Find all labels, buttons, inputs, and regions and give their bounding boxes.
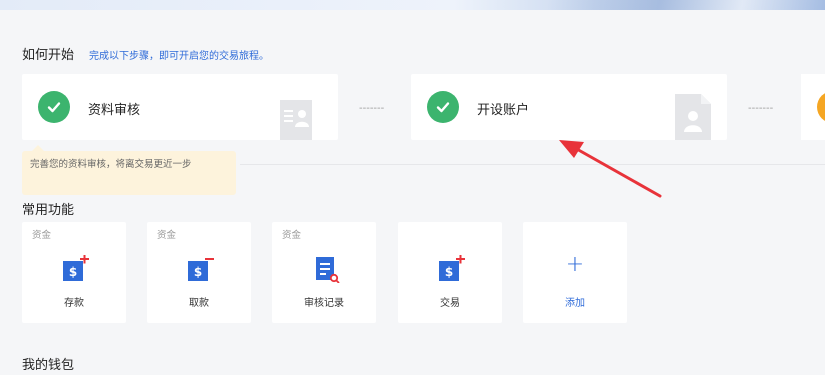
banner-decoration	[548, 0, 825, 10]
id-card-icon	[280, 100, 312, 140]
profile-review-tooltip: 完善您的资料审核，将离交易更近一步	[22, 145, 236, 195]
check-circle-icon	[427, 91, 459, 123]
tooltip-text: 完善您的资料审核，将离交易更近一步	[30, 159, 192, 170]
tooltip-arrow	[32, 145, 44, 151]
svg-text:$: $	[194, 265, 202, 279]
step-label: 资料审核	[88, 103, 141, 118]
func-label: 交易	[440, 298, 460, 309]
svg-text:$: $	[69, 265, 77, 279]
trade-icon: $	[439, 255, 465, 281]
my-wallet-title: 我的钱包	[22, 358, 75, 373]
func-tag: 资金	[282, 230, 302, 241]
func-label: 添加	[565, 298, 585, 309]
func-label: 存款	[64, 298, 84, 309]
how-to-start-subtitle: 完成以下步骤，即可开启您的交易旅程。	[89, 51, 269, 62]
svg-text:$: $	[445, 265, 453, 279]
deposit-icon: $	[63, 255, 89, 281]
step-card-partial[interactable]	[801, 74, 825, 140]
func-card-trade[interactable]: $ 交易	[398, 222, 502, 323]
func-label: 取款	[189, 298, 209, 309]
func-card-withdraw[interactable]: 资金 $ 取款	[147, 222, 251, 323]
step-connector: -------	[748, 103, 774, 114]
common-functions-title: 常用功能	[22, 203, 75, 218]
step-card-open-account[interactable]: 开设账户	[411, 74, 727, 140]
top-banner	[0, 0, 825, 10]
account-document-icon	[675, 94, 711, 140]
step-label: 开设账户	[477, 103, 530, 118]
func-card-deposit[interactable]: 资金 $ 存款	[22, 222, 126, 323]
func-tag: 资金	[157, 230, 177, 241]
how-to-start-title: 如何开始	[22, 48, 75, 63]
add-function-button[interactable]: + 添加	[523, 222, 627, 323]
step-card-profile-review[interactable]: 资料审核	[22, 74, 338, 140]
func-label: 审核记录	[304, 298, 344, 309]
step-connector: -------	[359, 103, 385, 114]
section-divider	[240, 164, 825, 165]
func-tag: 资金	[32, 230, 52, 241]
withdraw-icon: $	[188, 258, 214, 281]
check-circle-icon	[38, 91, 70, 123]
review-record-icon	[316, 257, 340, 283]
plus-icon: +	[565, 252, 585, 277]
func-card-review-records[interactable]: 资金 审核记录	[272, 222, 376, 323]
pending-status-icon	[817, 91, 825, 123]
